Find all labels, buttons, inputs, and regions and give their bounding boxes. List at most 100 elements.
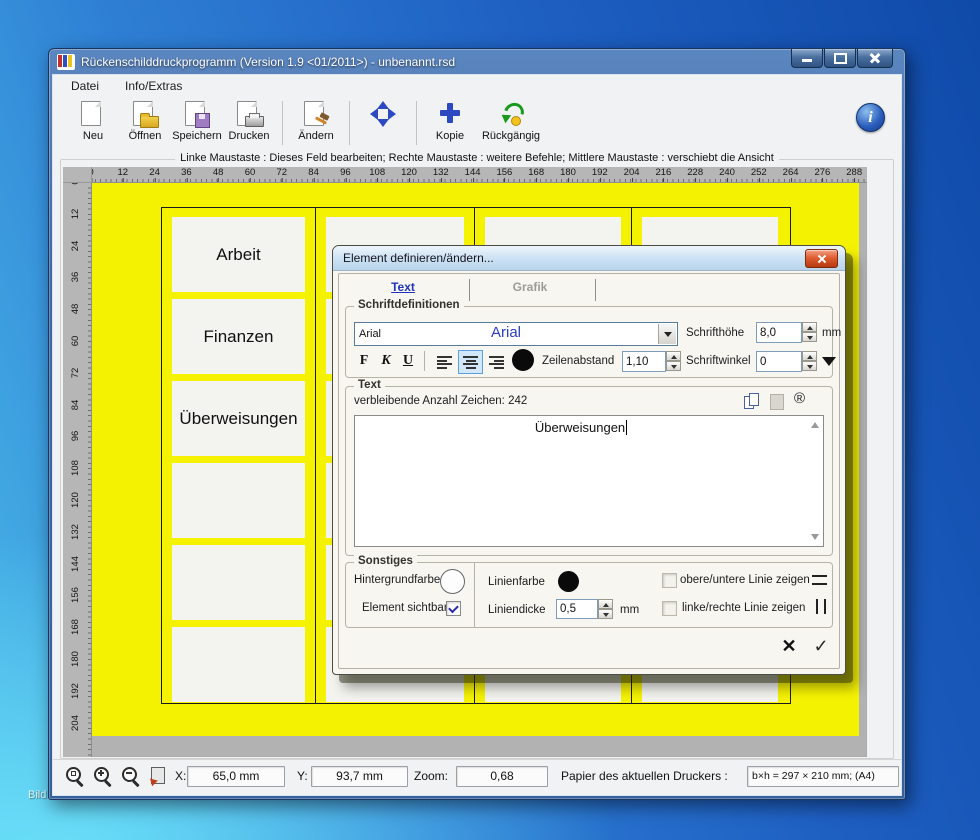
copy-icon[interactable] bbox=[744, 393, 761, 409]
font-color-swatch[interactable] bbox=[512, 349, 534, 371]
label-cell[interactable] bbox=[172, 545, 305, 620]
label-cell[interactable] bbox=[172, 463, 305, 538]
element-visible-checkbox[interactable] bbox=[446, 601, 461, 616]
angle-dropdown-icon[interactable] bbox=[822, 357, 836, 366]
line-spacing-field[interactable]: 1,10 bbox=[622, 351, 666, 372]
element-visible-label: Element sichtbar bbox=[362, 602, 448, 614]
save-button[interactable]: Speichern bbox=[171, 100, 223, 148]
toolbar-separator bbox=[416, 101, 417, 145]
font-preview: Arial bbox=[490, 324, 521, 341]
y-coordinate-value: 93,7 mm bbox=[311, 765, 408, 787]
label-text-area[interactable]: Überweisungen bbox=[354, 415, 824, 547]
group-divider bbox=[474, 563, 475, 627]
y-coordinate-label: Y: bbox=[297, 769, 308, 783]
font-angle-spinner[interactable] bbox=[802, 351, 817, 371]
save-floppy-icon bbox=[182, 100, 212, 128]
open-button[interactable]: Öffnen bbox=[119, 100, 171, 148]
info-button[interactable]: i bbox=[856, 103, 885, 132]
line-color-swatch[interactable] bbox=[558, 571, 579, 592]
dropdown-arrow-icon[interactable] bbox=[658, 324, 676, 344]
line-width-field[interactable]: 0,5 bbox=[556, 599, 598, 619]
ruler-tick-label: 36 bbox=[181, 167, 192, 182]
ruler-tick-label: 192 bbox=[70, 682, 81, 699]
toolbar-button-label: Speichern bbox=[172, 130, 222, 142]
tab-grafik[interactable]: Grafik bbox=[481, 280, 579, 294]
font-height-label: Schrifthöhe bbox=[686, 327, 745, 339]
ruler-tick-label: 276 bbox=[814, 167, 831, 182]
font-height-spinner[interactable] bbox=[802, 322, 817, 342]
align-left-icon bbox=[437, 355, 452, 369]
ruler-tick-label: 84 bbox=[70, 399, 81, 410]
zoom-out-icon[interactable] bbox=[121, 766, 142, 787]
label-text-content: Überweisungen bbox=[355, 420, 807, 435]
label-cell[interactable]: Arbeit bbox=[172, 217, 305, 292]
line-width-spinner[interactable] bbox=[598, 599, 613, 619]
line-spacing-spinner[interactable] bbox=[666, 351, 681, 371]
registered-symbol-button[interactable]: ® bbox=[794, 390, 805, 407]
ruler-tick-label: 36 bbox=[70, 272, 81, 283]
print-button[interactable]: Drucken bbox=[223, 100, 275, 148]
left-right-line-checkbox[interactable] bbox=[662, 601, 677, 616]
copy-button[interactable]: Kopie bbox=[424, 100, 476, 148]
font-family-combobox[interactable]: Arial Arial bbox=[354, 322, 678, 346]
align-right-button[interactable] bbox=[484, 350, 509, 374]
ruler-tick-label: 24 bbox=[149, 167, 160, 182]
undo-arrow-icon bbox=[496, 99, 528, 128]
menu-datei[interactable]: Datei bbox=[67, 77, 103, 95]
ruler-tick-label: 108 bbox=[369, 167, 386, 182]
new-button[interactable]: Neu bbox=[67, 100, 119, 148]
zoom-reset-icon[interactable] bbox=[65, 766, 86, 787]
desktop-icon-label[interactable]: Bild bbox=[28, 789, 46, 801]
ruler-tick-label: 204 bbox=[623, 167, 640, 182]
italic-button[interactable]: K bbox=[376, 350, 396, 372]
fit-page-icon[interactable] bbox=[147, 766, 167, 787]
dialog-close-button[interactable] bbox=[805, 249, 838, 268]
top-bottom-line-checkbox[interactable] bbox=[662, 573, 677, 588]
window-title: Rückenschilddruckprogramm (Version 1.9 <… bbox=[81, 55, 455, 69]
toolbar-button-label: Drucken bbox=[228, 130, 270, 142]
desktop: Bild Rückenschilddruckprogramm (Version … bbox=[0, 0, 980, 840]
font-height-field[interactable]: 8,0 bbox=[756, 322, 802, 343]
align-left-button[interactable] bbox=[432, 350, 457, 374]
close-button[interactable] bbox=[857, 49, 893, 68]
toolbar-button-label: Rückgängig bbox=[481, 130, 541, 142]
remaining-chars-label: verbleibende Anzahl Zeichen: 242 bbox=[354, 395, 528, 407]
text-cursor bbox=[626, 420, 628, 435]
minimize-button[interactable] bbox=[791, 49, 823, 68]
ruler-corner bbox=[63, 167, 92, 183]
move-view-button[interactable] bbox=[357, 100, 409, 148]
menu-info-extras[interactable]: Info/Extras bbox=[121, 77, 186, 95]
ruler-tick-label: 72 bbox=[70, 367, 81, 379]
paste-icon bbox=[770, 394, 784, 410]
scroll-down-icon[interactable] bbox=[811, 534, 819, 540]
hammer-icon bbox=[301, 100, 331, 128]
maximize-button[interactable] bbox=[824, 49, 856, 68]
background-color-swatch[interactable] bbox=[440, 569, 465, 594]
font-angle-field[interactable]: 0 bbox=[756, 351, 802, 372]
toolbar-button-label: Kopie bbox=[435, 130, 465, 142]
ruler-tick-label: 216 bbox=[655, 167, 672, 182]
align-center-button[interactable] bbox=[458, 350, 483, 374]
info-icon: i bbox=[868, 108, 873, 126]
label-cell[interactable]: Finanzen bbox=[172, 299, 305, 374]
label-cell[interactable]: Überweisungen bbox=[172, 381, 305, 456]
scroll-up-icon[interactable] bbox=[811, 422, 819, 428]
cancel-button[interactable]: ✕ bbox=[777, 634, 801, 658]
line-color-label: Linienfarbe bbox=[488, 576, 545, 588]
edit-button[interactable]: Ändern bbox=[290, 100, 342, 148]
bold-button[interactable]: F bbox=[354, 350, 374, 372]
zoom-in-icon[interactable] bbox=[93, 766, 114, 787]
ruler-tick-label: 72 bbox=[276, 167, 288, 182]
ruler-tick-label: 132 bbox=[432, 167, 449, 182]
ok-button[interactable]: ✓ bbox=[809, 634, 833, 658]
zoom-label: Zoom: bbox=[414, 769, 449, 783]
underline-button[interactable]: U bbox=[398, 350, 418, 372]
label-cell[interactable] bbox=[172, 627, 305, 702]
dialog-title: Element definieren/ändern... bbox=[343, 251, 494, 265]
window-titlebar[interactable]: Rückenschilddruckprogramm (Version 1.9 <… bbox=[49, 49, 905, 75]
zoom-value: 0,68 bbox=[456, 765, 548, 787]
undo-button[interactable]: Rückgängig bbox=[476, 99, 546, 148]
line-width-label: Liniendicke bbox=[488, 604, 546, 616]
dialog-titlebar[interactable]: Element definieren/ändern... bbox=[333, 246, 845, 271]
tab-text[interactable]: Text bbox=[361, 280, 445, 294]
